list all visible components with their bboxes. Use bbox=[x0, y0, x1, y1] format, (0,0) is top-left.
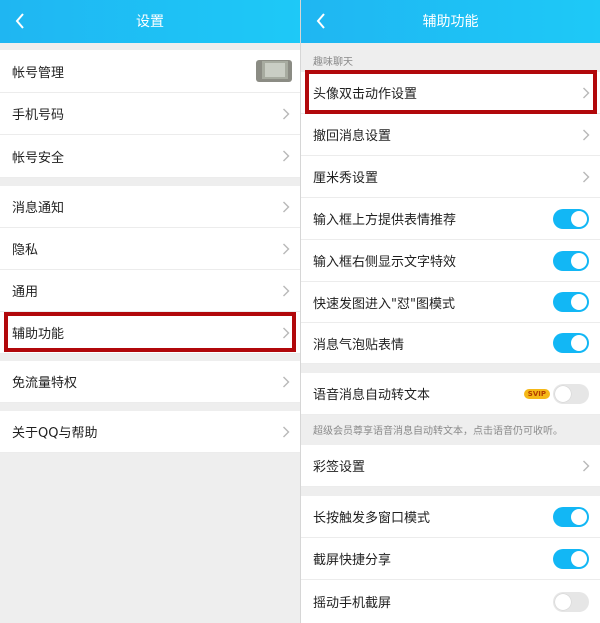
chevron-right-icon bbox=[583, 460, 590, 471]
toggle-knob bbox=[555, 385, 571, 402]
privacy-item[interactable]: 隐私 bbox=[0, 228, 300, 270]
chevron-right-icon bbox=[583, 171, 590, 182]
quick-image-mode-item: 快速发图进入"怼"图模式 bbox=[301, 282, 600, 323]
avatar-double-tap-setting-item[interactable]: 头像双击动作设置 bbox=[301, 72, 600, 114]
item-label: 辅助功能 bbox=[12, 327, 65, 342]
bubble-sticker-item: 消息气泡贴表情 bbox=[301, 323, 600, 364]
item-label: 通用 bbox=[12, 285, 39, 300]
item-label: 隐私 bbox=[12, 243, 39, 258]
section-label: 趣味聊天 bbox=[313, 57, 353, 68]
voice-to-text-tip: 超级会员尊享语音消息自动转文本，点击语音仍可收听。 bbox=[313, 426, 563, 437]
text-effect-item: 输入框右侧显示文字特效 bbox=[301, 240, 600, 282]
quick-image-mode-toggle[interactable] bbox=[553, 292, 589, 312]
data-free-privilege-item[interactable]: 免流量特权 bbox=[0, 361, 300, 403]
phone-number-item[interactable]: 手机号码 bbox=[0, 93, 300, 135]
toggle-knob bbox=[571, 294, 587, 310]
chevron-right-icon bbox=[283, 150, 290, 162]
item-label: 摇动手机截屏 bbox=[313, 596, 392, 611]
chevron-right-icon bbox=[583, 129, 590, 140]
account-security-item[interactable]: 帐号安全 bbox=[0, 135, 300, 178]
item-label: 帐号管理 bbox=[12, 65, 65, 81]
emoji-suggestion-toggle[interactable] bbox=[553, 208, 589, 229]
toggle-knob bbox=[571, 252, 587, 269]
voice-to-text-item: 语音消息自动转文本 SVIP bbox=[301, 373, 600, 415]
item-label: 消息气泡贴表情 bbox=[313, 337, 405, 353]
accessibility-header: 辅助功能 bbox=[301, 0, 600, 43]
svip-badge: SVIP bbox=[523, 388, 550, 399]
toggle-knob bbox=[571, 550, 587, 567]
voice-to-text-toggle[interactable] bbox=[553, 383, 589, 404]
toggle-knob bbox=[555, 593, 571, 610]
item-label: 手机号码 bbox=[12, 108, 65, 123]
chevron-right-icon bbox=[283, 426, 290, 437]
item-label: 语音消息自动转文本 bbox=[313, 388, 431, 403]
toggle-knob bbox=[571, 508, 587, 525]
accessibility-panel: 辅助功能 趣味聊天 头像双击动作设置 撤回消息设置 厘米秀设置 输入框上方提供表… bbox=[301, 0, 600, 623]
page-title: 设置 bbox=[136, 14, 164, 30]
item-label: 快速发图进入"怼"图模式 bbox=[313, 296, 455, 312]
page-title: 辅助功能 bbox=[422, 14, 479, 30]
shake-screenshot-item: 摇动手机截屏 bbox=[301, 580, 600, 623]
item-label: 彩签设置 bbox=[313, 460, 366, 475]
item-label: 消息通知 bbox=[12, 201, 65, 216]
screenshot-share-item: 截屏快捷分享 bbox=[301, 538, 600, 580]
item-label: 免流量特权 bbox=[12, 376, 78, 391]
chevron-right-icon bbox=[283, 285, 290, 296]
recall-message-setting-item[interactable]: 撤回消息设置 bbox=[301, 114, 600, 156]
settings-header: 设置 bbox=[0, 0, 300, 43]
multi-window-item: 长按触发多窗口模式 bbox=[301, 496, 600, 538]
text-effect-toggle[interactable] bbox=[553, 250, 589, 271]
chevron-right-icon bbox=[283, 327, 290, 338]
general-item[interactable]: 通用 bbox=[0, 270, 300, 312]
cmshow-setting-item[interactable]: 厘米秀设置 bbox=[301, 156, 600, 198]
emoji-suggestion-item: 输入框上方提供表情推荐 bbox=[301, 198, 600, 240]
item-label: 输入框右侧显示文字特效 bbox=[313, 255, 457, 270]
about-help-item[interactable]: 关于QQ与帮助 bbox=[0, 411, 300, 453]
item-label: 帐号安全 bbox=[12, 150, 65, 166]
item-label: 截屏快捷分享 bbox=[313, 553, 392, 568]
item-label: 关于QQ与帮助 bbox=[12, 426, 98, 441]
notification-item[interactable]: 消息通知 bbox=[0, 186, 300, 228]
item-label: 厘米秀设置 bbox=[313, 171, 379, 186]
item-label: 撤回消息设置 bbox=[313, 129, 392, 144]
toggle-knob bbox=[571, 335, 587, 351]
color-tag-setting-item[interactable]: 彩签设置 bbox=[301, 445, 600, 487]
screenshot-share-toggle[interactable] bbox=[553, 548, 589, 569]
shake-screenshot-toggle[interactable] bbox=[553, 591, 589, 612]
item-label: 头像双击动作设置 bbox=[313, 87, 418, 102]
account-management-item[interactable]: 帐号管理 bbox=[0, 50, 300, 93]
bubble-sticker-toggle[interactable] bbox=[553, 333, 589, 353]
chevron-right-icon bbox=[283, 243, 290, 254]
item-label: 输入框上方提供表情推荐 bbox=[313, 213, 457, 228]
multi-window-toggle[interactable] bbox=[553, 506, 589, 527]
toggle-knob bbox=[571, 210, 587, 227]
chevron-right-icon bbox=[283, 108, 290, 119]
chevron-right-icon bbox=[283, 201, 290, 212]
accessibility-item[interactable]: 辅助功能 bbox=[0, 312, 300, 354]
item-label: 长按触发多窗口模式 bbox=[313, 511, 431, 526]
chevron-right-icon bbox=[583, 87, 590, 98]
avatar bbox=[256, 53, 292, 89]
settings-panel: 设置 帐号管理 手机号码 帐号安全 消息通知 隐私 通用 辅助功能 免流量特权 … bbox=[0, 0, 300, 623]
chevron-right-icon bbox=[283, 376, 290, 387]
